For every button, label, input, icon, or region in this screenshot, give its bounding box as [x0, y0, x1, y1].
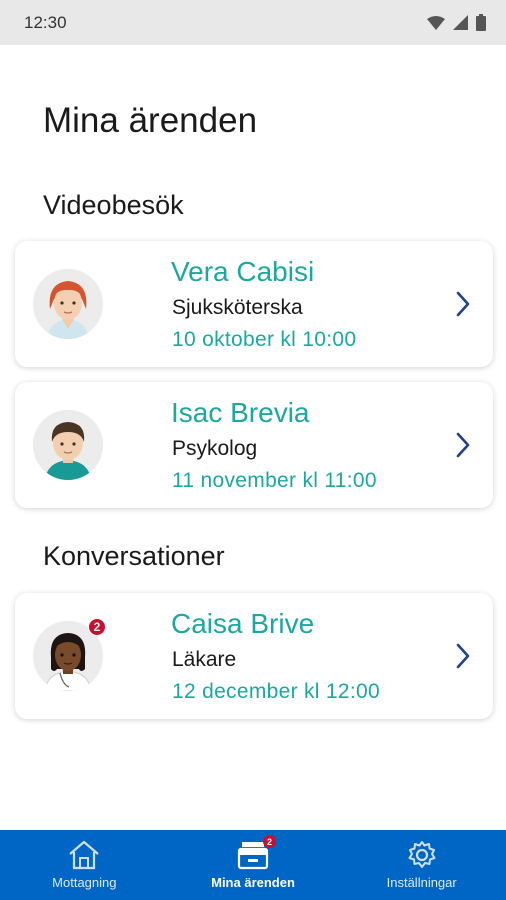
chevron-right-icon: [456, 432, 470, 458]
card-role: Läkare: [172, 648, 237, 671]
bottom-nav: Mottagning 2 Mina ärenden Inställningar: [0, 830, 506, 900]
nav-label: Mottagning: [52, 875, 117, 890]
nav-item-mina-arenden[interactable]: 2 Mina ärenden: [169, 830, 338, 900]
nav-label: Mina ärenden: [211, 875, 295, 890]
nav-badge: 2: [263, 835, 276, 848]
card-name: Isac Brevia: [171, 397, 310, 428]
card-time: 12 december kl 12:00: [172, 680, 380, 703]
nav-item-installningar[interactable]: Inställningar: [337, 830, 506, 900]
gear-icon: [408, 841, 436, 868]
status-bar: 12:30: [0, 0, 506, 45]
chevron-right-icon: [456, 291, 470, 317]
wifi-icon: [427, 15, 445, 30]
home-icon: [69, 840, 100, 870]
card-time: 10 oktober kl 10:00: [172, 328, 357, 351]
page-title: Mina ärenden: [43, 101, 258, 140]
signal-icon: [453, 15, 468, 30]
psychologist-avatar-icon: [33, 410, 103, 480]
conversation-card-caisa-brive[interactable]: 2 Caisa Brive Läkare 12 december kl 12:0…: [15, 593, 493, 719]
status-icons: [427, 14, 486, 31]
nav-item-mottagning[interactable]: Mottagning: [0, 830, 169, 900]
card-role: Psykolog: [172, 437, 258, 460]
nurse-avatar-icon: [33, 269, 103, 339]
chevron-right-icon: [456, 643, 470, 669]
status-time: 12:30: [24, 12, 67, 32]
unread-badge: 2: [88, 618, 106, 636]
section-title-konversationer: Konversationer: [43, 541, 225, 571]
card-role: Sjuksköterska: [172, 296, 303, 319]
section-title-videobesok: Videobesök: [43, 190, 184, 220]
appointment-card-vera-cabisi[interactable]: Vera Cabisi Sjuksköterska 10 oktober kl …: [15, 241, 493, 367]
card-time: 11 november kl 11:00: [172, 469, 377, 492]
battery-icon: [476, 14, 486, 31]
card-name: Caisa Brive: [171, 608, 315, 639]
nav-label: Inställningar: [386, 875, 457, 890]
appointment-card-isac-brevia[interactable]: Isac Brevia Psykolog 11 november kl 11:0…: [15, 382, 493, 508]
card-name: Vera Cabisi: [171, 256, 315, 287]
